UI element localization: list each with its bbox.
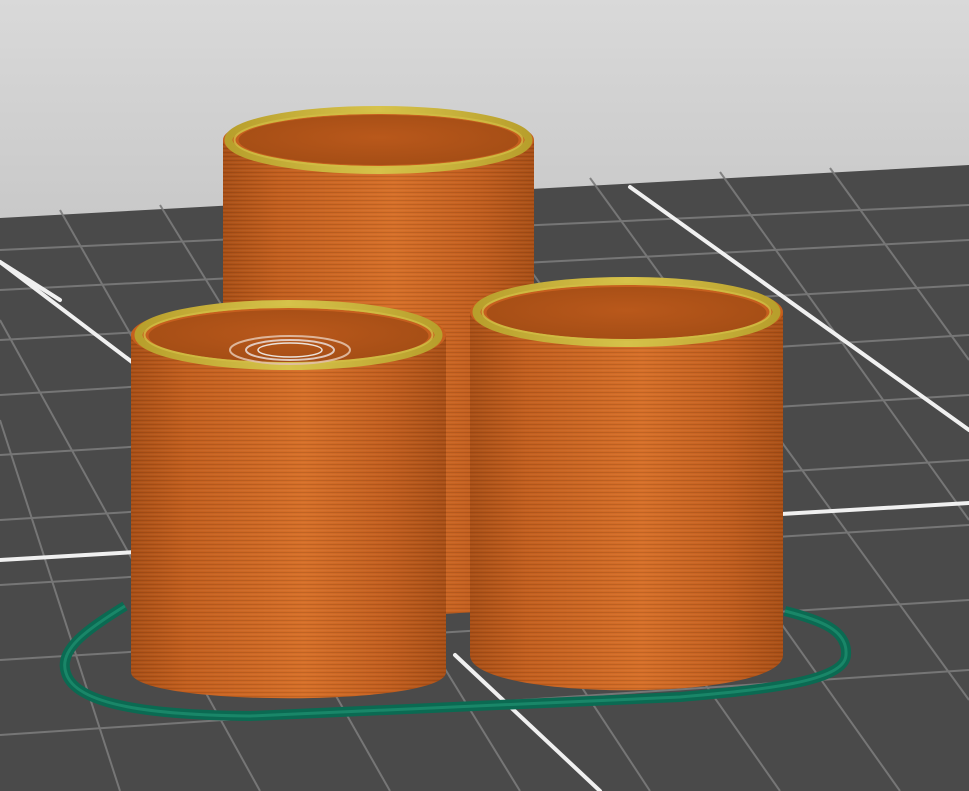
print-preview-viewport[interactable] (0, 0, 969, 791)
print-preview-scene[interactable] (0, 0, 969, 791)
shading-overlay (0, 0, 969, 791)
